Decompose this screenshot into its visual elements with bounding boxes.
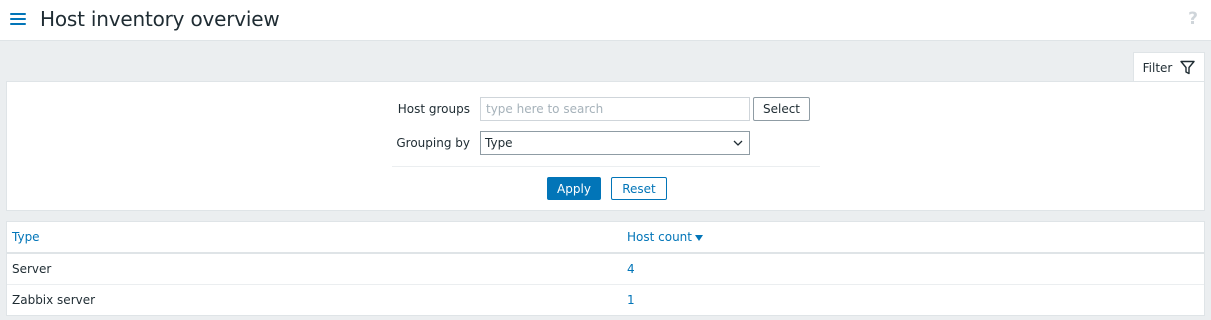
sort-descending-icon xyxy=(695,234,703,241)
column-header-type[interactable]: Type xyxy=(12,222,40,252)
apply-button[interactable]: Apply xyxy=(547,177,601,200)
cell-host-count-link[interactable]: 4 xyxy=(627,254,635,284)
host-groups-search-input[interactable] xyxy=(480,97,750,121)
help-icon[interactable]: ? xyxy=(1188,9,1198,29)
select-button[interactable]: Select xyxy=(753,97,810,121)
table-row: Zabbix server 1 xyxy=(7,285,1204,316)
filter-icon xyxy=(1180,60,1196,75)
inventory-table: Type Host count Server 4 Zabbix server 1 xyxy=(6,221,1205,316)
page-title: Host inventory overview xyxy=(40,7,280,31)
grouping-by-select[interactable]: Type xyxy=(480,131,750,155)
column-header-host-count[interactable]: Host count xyxy=(627,222,703,252)
filter-tab-label: Filter xyxy=(1142,60,1173,75)
cell-type: Zabbix server xyxy=(12,293,96,307)
cell-type: Server xyxy=(12,262,52,276)
table-row: Server 4 xyxy=(7,254,1204,285)
grouping-by-value: Type xyxy=(485,136,513,150)
filter-divider xyxy=(392,166,820,167)
reset-button[interactable]: Reset xyxy=(611,177,667,200)
cell-host-count-link[interactable]: 1 xyxy=(627,285,635,315)
chevron-down-icon xyxy=(733,140,743,146)
menu-icon[interactable] xyxy=(10,12,26,26)
filter-panel: Host groups Select Grouping by Type Appl… xyxy=(6,81,1205,211)
filter-tab[interactable]: Filter xyxy=(1133,52,1205,82)
column-header-type-label: Type xyxy=(12,230,40,244)
page-header: Host inventory overview ? xyxy=(0,0,1211,41)
host-groups-label: Host groups xyxy=(397,102,470,116)
grouping-by-label: Grouping by xyxy=(396,136,470,150)
column-header-host-count-label: Host count xyxy=(627,230,692,244)
